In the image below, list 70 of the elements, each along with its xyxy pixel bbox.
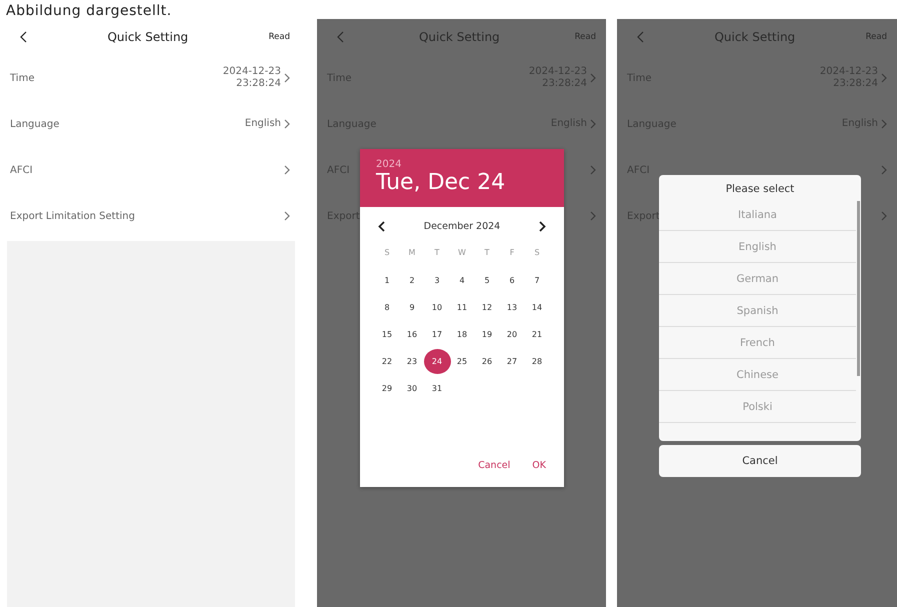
- weekday-label: S: [383, 247, 391, 259]
- calendar-day[interactable]: 2: [398, 268, 426, 293]
- chevron-right-icon: [590, 73, 596, 83]
- calendar-day[interactable]: 14: [524, 295, 550, 320]
- chevron-right-icon: [881, 165, 887, 175]
- calendar-day[interactable]: 16: [398, 322, 426, 347]
- dialog-button[interactable]: Cancel: [474, 458, 514, 473]
- calendar-day[interactable]: 17: [424, 322, 450, 347]
- weekday-label: S: [533, 247, 541, 259]
- calendar-day[interactable]: 25: [448, 349, 476, 374]
- month-label: December 2024: [424, 221, 500, 232]
- calendar-day[interactable]: 6: [498, 268, 526, 293]
- chevron-right-icon: [284, 165, 290, 175]
- calendar-day[interactable]: 31: [424, 376, 450, 401]
- caption-text: Abbildung dargestellt.: [6, 3, 172, 19]
- chevron-right-icon: [881, 211, 887, 221]
- selected-date: Tue, Dec 24: [376, 170, 506, 195]
- screen-title: Quick Setting: [107, 30, 188, 44]
- setting-value[interactable]: English: [244, 118, 281, 130]
- chevron-right-icon: [881, 119, 887, 129]
- calendar-day[interactable]: 8: [374, 295, 400, 320]
- calendar-day[interactable]: 19: [474, 322, 500, 347]
- calendar-day[interactable]: 23: [398, 349, 426, 374]
- dialog-button[interactable]: OK: [528, 458, 550, 473]
- chevron-right-icon: [284, 119, 290, 129]
- calendar-day[interactable]: 9: [398, 295, 426, 320]
- setting-label[interactable]: AFCI: [10, 164, 33, 176]
- calendar-day[interactable]: 20: [498, 322, 526, 347]
- next-month-icon[interactable]: [539, 221, 546, 232]
- screen-title: Quick Setting: [418, 30, 500, 44]
- calendar-day[interactable]: 15: [374, 322, 400, 347]
- calendar-day[interactable]: 18: [448, 322, 476, 347]
- chevron-right-icon: [590, 165, 596, 175]
- setting-label[interactable]: Time: [10, 72, 34, 84]
- chevron-right-icon: [284, 73, 290, 83]
- calendar-day[interactable]: 11: [448, 295, 476, 320]
- picker-title: Please select: [724, 182, 796, 197]
- weekday-label: M: [408, 247, 416, 259]
- calendar-day[interactable]: 21: [524, 322, 550, 347]
- chevron-right-icon: [590, 119, 596, 129]
- weekday-label: T: [434, 247, 440, 259]
- setting-label[interactable]: Export Limitation Setting: [10, 210, 135, 222]
- setting-label[interactable]: Language: [10, 118, 60, 130]
- calendar-day[interactable]: 10: [424, 295, 450, 320]
- setting-value[interactable]: 2024-12-23 23:28:24: [222, 66, 281, 90]
- chevron-right-icon: [881, 73, 887, 83]
- calendar-day[interactable]: 7: [524, 268, 550, 293]
- calendar-day[interactable]: 26: [474, 349, 500, 374]
- selected-day[interactable]: 24: [424, 349, 450, 374]
- weekday-label: W: [457, 247, 467, 259]
- chevron-right-icon: [590, 211, 596, 221]
- calendar-day[interactable]: 22: [374, 349, 400, 374]
- calendar-day[interactable]: 4: [448, 268, 476, 293]
- previous-month-icon[interactable]: [378, 221, 385, 232]
- calendar-day[interactable]: 13: [498, 295, 526, 320]
- chevron-right-icon: [284, 211, 290, 221]
- calendar-day[interactable]: 1: [374, 268, 400, 293]
- scrollbar[interactable]: [857, 201, 860, 376]
- screen-title: Quick Setting: [714, 30, 796, 44]
- calendar-day[interactable]: 30: [398, 376, 426, 401]
- cancel-button[interactable]: Cancel: [659, 445, 861, 477]
- calendar-day[interactable]: 29: [374, 376, 400, 401]
- calendar-day[interactable]: 12: [474, 295, 500, 320]
- weekday-label: F: [508, 247, 516, 259]
- read-link[interactable]: Read: [268, 32, 290, 42]
- weekday-label: T: [484, 247, 490, 259]
- calendar-day[interactable]: 3: [424, 268, 450, 293]
- calendar-day[interactable]: 27: [498, 349, 526, 374]
- calendar-day[interactable]: 5: [474, 268, 500, 293]
- calendar-day[interactable]: 28: [524, 349, 550, 374]
